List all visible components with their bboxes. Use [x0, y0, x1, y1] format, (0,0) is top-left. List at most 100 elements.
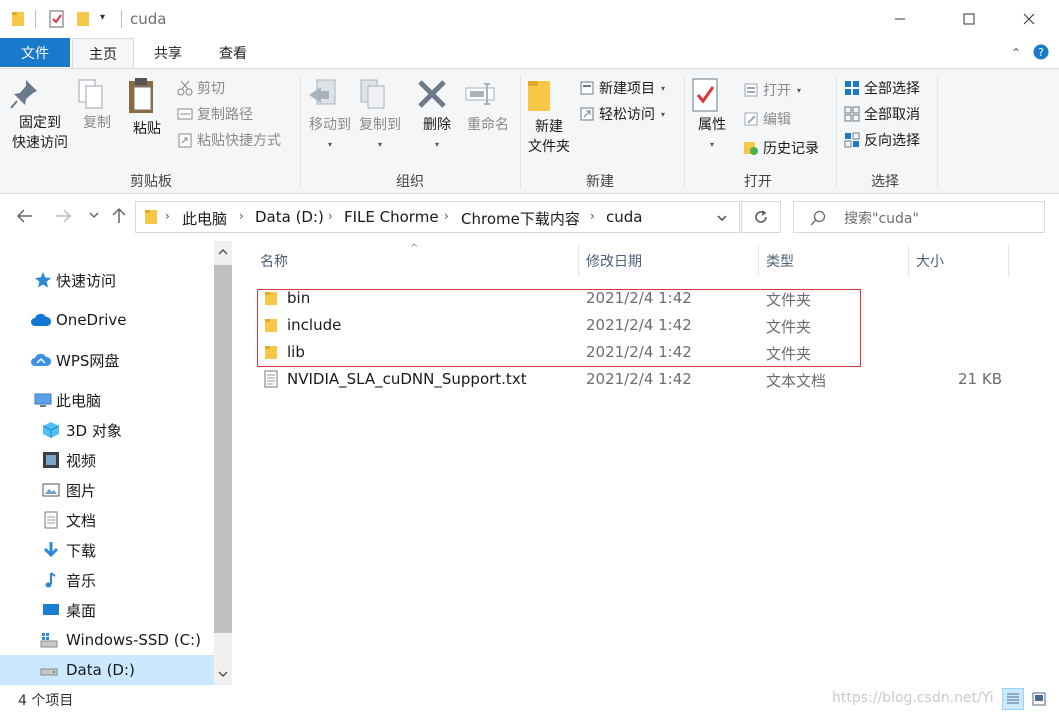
paste-icon: [125, 77, 169, 117]
paste-button[interactable]: 粘贴: [125, 77, 169, 139]
invert-selection-button[interactable]: 反向选择: [844, 129, 920, 151]
annotation-highlight-box: [257, 289, 861, 367]
nav-item-3d-objects[interactable]: 3D 对象: [0, 415, 214, 445]
column-header-name[interactable]: 名称: [260, 251, 288, 271]
pin-label-line2: 快速访问: [12, 135, 68, 151]
invert-selection-icon: [844, 132, 860, 148]
edit-button[interactable]: 编辑: [743, 108, 791, 130]
new-folder-quick-icon[interactable]: [76, 10, 90, 28]
nav-item-music[interactable]: 音乐: [0, 565, 214, 595]
breadcrumb-chevron-icon[interactable]: ›: [590, 209, 595, 223]
delete-button[interactable]: 删除 ▾: [415, 77, 459, 155]
breadcrumb-file-chorme[interactable]: FILE Chorme: [344, 208, 439, 226]
new-folder-icon: [524, 77, 574, 115]
file-type: 文本文档: [766, 372, 827, 390]
document-icon: [42, 511, 60, 529]
tab-file[interactable]: 文件: [0, 38, 70, 67]
new-item-button[interactable]: 新建项目 ▾: [579, 77, 665, 99]
recent-locations-chevron-icon[interactable]: [88, 209, 100, 221]
tab-share[interactable]: 共享: [138, 38, 198, 68]
column-header-modified[interactable]: 修改日期: [586, 251, 642, 271]
nav-item-onedrive[interactable]: OneDrive: [0, 305, 214, 335]
close-button[interactable]: [1006, 0, 1052, 38]
refresh-button[interactable]: [741, 201, 781, 233]
nav-scrollbar-thumb[interactable]: [214, 265, 232, 633]
file-modified: 2021/2/4 1:42: [586, 370, 692, 388]
nav-item-quick-access[interactable]: 快速访问: [0, 265, 214, 295]
edit-icon: [743, 111, 759, 127]
large-icons-view-button[interactable]: [1028, 688, 1050, 710]
copy-to-icon: [355, 77, 405, 113]
breadcrumb-chevron-icon[interactable]: ›: [444, 209, 449, 223]
new-group-label: 新建: [586, 174, 614, 190]
breadcrumb-chevron-icon[interactable]: ›: [239, 209, 244, 223]
open-button[interactable]: 打开 ▾: [743, 79, 801, 101]
copy-button[interactable]: 复制: [75, 77, 119, 133]
download-arrow-icon: [42, 541, 60, 559]
collapse-ribbon-icon[interactable]: ⌃: [1011, 46, 1021, 60]
organize-group-label: 组织: [396, 174, 424, 190]
copy-to-button[interactable]: 复制到 ▾: [355, 77, 405, 155]
nav-scrollbar[interactable]: [214, 241, 232, 685]
list-item[interactable]: NVIDIA_SLA_cuDNN_Support.txt 2021/2/4 1:…: [262, 367, 1002, 393]
move-to-button[interactable]: 移动到 ▾: [305, 77, 355, 155]
svg-text:?: ?: [1038, 46, 1044, 59]
nav-item-wps[interactable]: WPS网盘: [0, 345, 214, 375]
properties-icon: [690, 77, 734, 113]
maximize-button[interactable]: [946, 0, 992, 38]
breadcrumb-this-pc[interactable]: 此电脑: [182, 208, 227, 229]
pin-label-line1: 固定到: [19, 115, 61, 131]
status-bar: 4 个项目 https://blog.csdn.net/Yi: [0, 685, 1059, 715]
rename-button[interactable]: 重命名: [463, 77, 513, 135]
minimize-button[interactable]: [877, 0, 923, 38]
paste-shortcut-button[interactable]: 粘贴快捷方式: [177, 129, 281, 151]
drive-icon: [40, 661, 58, 679]
tab-view[interactable]: 查看: [203, 38, 263, 68]
up-arrow-icon[interactable]: [110, 207, 128, 225]
breadcrumb-data-d[interactable]: Data (D:): [255, 208, 324, 226]
nav-item-this-pc[interactable]: 此电脑: [0, 385, 214, 415]
move-to-icon: [305, 77, 355, 113]
windows-drive-icon: [40, 631, 58, 649]
scroll-up-chevron-icon[interactable]: [217, 246, 229, 258]
breadcrumb-chevron-icon[interactable]: ›: [165, 209, 170, 223]
breadcrumb-cuda[interactable]: cuda: [606, 208, 642, 226]
select-all-button[interactable]: 全部选择: [844, 77, 920, 99]
column-header-size[interactable]: 大小: [916, 251, 944, 271]
file-name: NVIDIA_SLA_cuDNN_Support.txt: [287, 370, 527, 388]
properties-quick-icon[interactable]: [48, 10, 66, 28]
copy-path-button[interactable]: 复制路径: [177, 103, 253, 125]
details-view-button[interactable]: [1002, 688, 1024, 710]
nav-item-pictures[interactable]: 图片: [0, 475, 214, 505]
tab-home[interactable]: 主页: [72, 38, 134, 68]
nav-item-documents[interactable]: 文档: [0, 505, 214, 535]
nav-item-videos[interactable]: 视频: [0, 445, 214, 475]
help-icon[interactable]: ?: [1033, 44, 1049, 60]
forward-arrow-icon[interactable]: [54, 207, 72, 225]
address-dropdown-chevron-icon[interactable]: [716, 212, 728, 224]
search-input[interactable]: 搜索"cuda": [793, 201, 1045, 233]
history-button[interactable]: 历史记录: [743, 137, 819, 159]
nav-item-data-d[interactable]: Data (D:): [0, 655, 214, 685]
properties-button[interactable]: 属性 ▾: [690, 77, 734, 155]
pin-icon: [8, 77, 72, 111]
copy-icon: [75, 77, 119, 111]
customize-quick-access-icon[interactable]: ▾: [100, 12, 105, 23]
search-icon: [810, 210, 826, 226]
select-none-button[interactable]: 全部取消: [844, 103, 920, 125]
nav-item-downloads[interactable]: 下载: [0, 535, 214, 565]
scroll-down-chevron-icon[interactable]: [217, 668, 229, 680]
breadcrumb-chevron-icon[interactable]: ›: [328, 209, 333, 223]
easy-access-button[interactable]: 轻松访问 ▾: [579, 103, 665, 125]
column-header-type[interactable]: 类型: [766, 251, 794, 271]
pin-to-quick-access-button[interactable]: 固定到 快速访问: [8, 77, 72, 153]
back-arrow-icon[interactable]: [16, 207, 34, 225]
cut-button[interactable]: 剪切: [177, 77, 225, 99]
new-folder-button[interactable]: 新建 文件夹: [524, 77, 574, 157]
breadcrumb-chrome-downloads[interactable]: Chrome下载内容: [461, 208, 580, 229]
nav-item-windows-ssd[interactable]: Windows-SSD (C:): [0, 625, 214, 655]
address-bar[interactable]: › 此电脑 › Data (D:) › FILE Chorme › Chrome…: [135, 201, 740, 233]
folder-icon: [11, 10, 25, 28]
item-count: 4 个项目: [18, 693, 74, 709]
nav-item-desktop[interactable]: 桌面: [0, 595, 214, 625]
